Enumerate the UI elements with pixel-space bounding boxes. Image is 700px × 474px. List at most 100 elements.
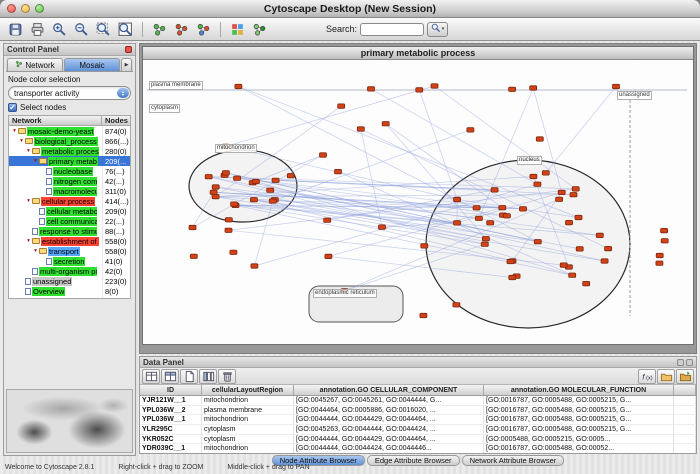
network-window-titlebar[interactable]: primary metabolic process	[143, 47, 693, 60]
tab-overflow-button[interactable]: ▶	[121, 58, 132, 71]
network-node[interactable]	[534, 182, 541, 186]
network-node[interactable]	[231, 202, 238, 206]
tree-item[interactable]: ▾cellular process414(...)	[9, 196, 130, 206]
tree-item[interactable]: ▾establishment of lo558(0)	[9, 236, 130, 246]
network-node[interactable]	[421, 244, 428, 248]
tree-header[interactable]: Network Nodes	[8, 115, 131, 126]
hide-panel-icon[interactable]	[686, 359, 693, 366]
node-color-select[interactable]: transporter activity ▴▾	[8, 86, 131, 100]
network-node[interactable]	[357, 127, 364, 131]
network-node[interactable]	[212, 185, 219, 189]
expand-arrow-icon[interactable]: ▾	[25, 238, 32, 244]
float-panel-icon[interactable]	[677, 359, 684, 366]
network-node[interactable]	[222, 171, 229, 175]
column-header-id[interactable]: ID	[140, 385, 202, 395]
zoom-window-icon[interactable]	[35, 4, 44, 13]
network-node[interactable]	[473, 206, 480, 210]
network-node[interactable]	[379, 225, 386, 229]
network-node[interactable]	[601, 259, 608, 263]
delete-attribute-icon[interactable]	[218, 369, 236, 384]
network-node[interactable]	[481, 242, 488, 246]
network-node[interactable]	[572, 187, 579, 191]
expand-arrow-icon[interactable]: ▾	[25, 148, 32, 154]
network-node[interactable]	[382, 122, 389, 126]
expand-arrow-icon[interactable]: ▾	[25, 198, 32, 204]
network-node[interactable]	[613, 84, 620, 88]
zoom-out-icon[interactable]	[71, 20, 92, 39]
network-node[interactable]	[234, 176, 241, 180]
zoom-fit-content-icon[interactable]	[115, 20, 136, 39]
network-node[interactable]	[252, 179, 259, 183]
network-node[interactable]	[661, 228, 668, 232]
network-node[interactable]	[454, 221, 461, 225]
network-node[interactable]	[503, 214, 510, 218]
network-edge[interactable]	[546, 87, 616, 173]
network-node[interactable]	[576, 247, 583, 251]
network-node[interactable]	[251, 264, 258, 268]
tab-edge-attribute-browser[interactable]: Edge Attribute Browser	[367, 455, 460, 466]
network-node[interactable]	[467, 128, 474, 132]
tree-item[interactable]: secretion41(0)	[9, 256, 130, 266]
network-node[interactable]	[656, 253, 663, 257]
formula-builder-icon[interactable]: f(x)	[638, 369, 656, 384]
search-input[interactable]	[360, 23, 424, 36]
network-node[interactable]	[560, 263, 567, 267]
tree-item[interactable]: macromolecule311(0)	[9, 186, 130, 196]
network-node[interactable]	[225, 218, 232, 222]
network-node[interactable]	[324, 218, 331, 222]
expand-arrow-icon[interactable]: ▾	[11, 128, 18, 134]
network-edge[interactable]	[273, 130, 471, 201]
network-node[interactable]	[536, 137, 543, 141]
network-node[interactable]	[482, 237, 489, 241]
save-session-icon[interactable]	[5, 20, 26, 39]
vizmapper-icon[interactable]	[193, 20, 214, 39]
network-node[interactable]	[509, 87, 516, 91]
network-node[interactable]	[416, 88, 423, 92]
network-node[interactable]	[230, 250, 237, 254]
tree-item[interactable]: Overview8(0)	[9, 286, 130, 296]
network-edge[interactable]	[226, 86, 435, 146]
tree-item[interactable]: response to stimul88(...)	[9, 226, 130, 236]
network-node[interactable]	[190, 254, 197, 258]
tab-network[interactable]: Network	[7, 58, 63, 71]
network-node[interactable]	[520, 207, 527, 211]
network-node[interactable]	[212, 194, 219, 198]
network-node[interactable]	[454, 197, 461, 201]
show-graphics-details-icon[interactable]	[149, 20, 170, 39]
tree-item[interactable]: multi-organism pro42(0)	[9, 266, 130, 276]
load-attributes-icon[interactable]	[676, 369, 694, 384]
tab-network-attribute-browser[interactable]: Network Attribute Browser	[462, 455, 565, 466]
tree-item[interactable]: ▾transport558(0)	[9, 246, 130, 256]
network-node[interactable]	[225, 228, 232, 232]
network-node[interactable]	[569, 273, 576, 277]
network-node[interactable]	[605, 246, 612, 250]
network-node[interactable]	[272, 178, 279, 182]
expand-arrow-icon[interactable]: ▾	[32, 248, 39, 254]
column-header-cellularlayoutregion[interactable]: cellularLayoutRegion	[202, 385, 294, 395]
network-node[interactable]	[335, 169, 342, 173]
import-attributes-icon[interactable]	[657, 369, 675, 384]
table-row[interactable]: YJR121W__1mitochondrion[GO:0045267, GO:0…	[140, 396, 696, 406]
table-row[interactable]: YPL036W__1mitochondrion[GO:0044444, GO:0…	[140, 415, 696, 425]
tree-item[interactable]: ▾primary metab209(...	[9, 156, 130, 166]
network-node[interactable]	[661, 239, 668, 243]
network-node[interactable]	[556, 197, 563, 201]
close-control-panel-icon[interactable]	[125, 46, 132, 53]
column-header-annotation-go-cellular-component[interactable]: annotation.GO CELLULAR_COMPONENT	[294, 385, 484, 395]
column-header-annotation-go-molecular-function[interactable]: annotation.GO MOLECULAR_FUNCTION	[484, 385, 674, 395]
tree-column-network[interactable]: Network	[9, 116, 102, 125]
tab-mosaic[interactable]: Mosaic	[64, 58, 120, 71]
table-row[interactable]: YDR039C__1mitochondrion[GO:0044444, GO:0…	[140, 444, 696, 453]
select-nodes-checkbox[interactable]: ✓	[8, 103, 17, 112]
network-node[interactable]	[534, 240, 541, 244]
tree-item[interactable]: nitrogen compo42(...)	[9, 176, 130, 186]
network-node[interactable]	[566, 220, 573, 224]
hide-graphics-details-icon[interactable]	[171, 20, 192, 39]
network-node[interactable]	[431, 84, 438, 88]
network-node[interactable]	[507, 259, 514, 263]
select-attributes-icon[interactable]	[142, 369, 160, 384]
unselect-attributes-icon[interactable]	[161, 369, 179, 384]
network-node[interactable]	[575, 215, 582, 219]
search-options-button[interactable]: ▾	[427, 22, 448, 37]
plugin-manager-icon[interactable]	[227, 20, 248, 39]
